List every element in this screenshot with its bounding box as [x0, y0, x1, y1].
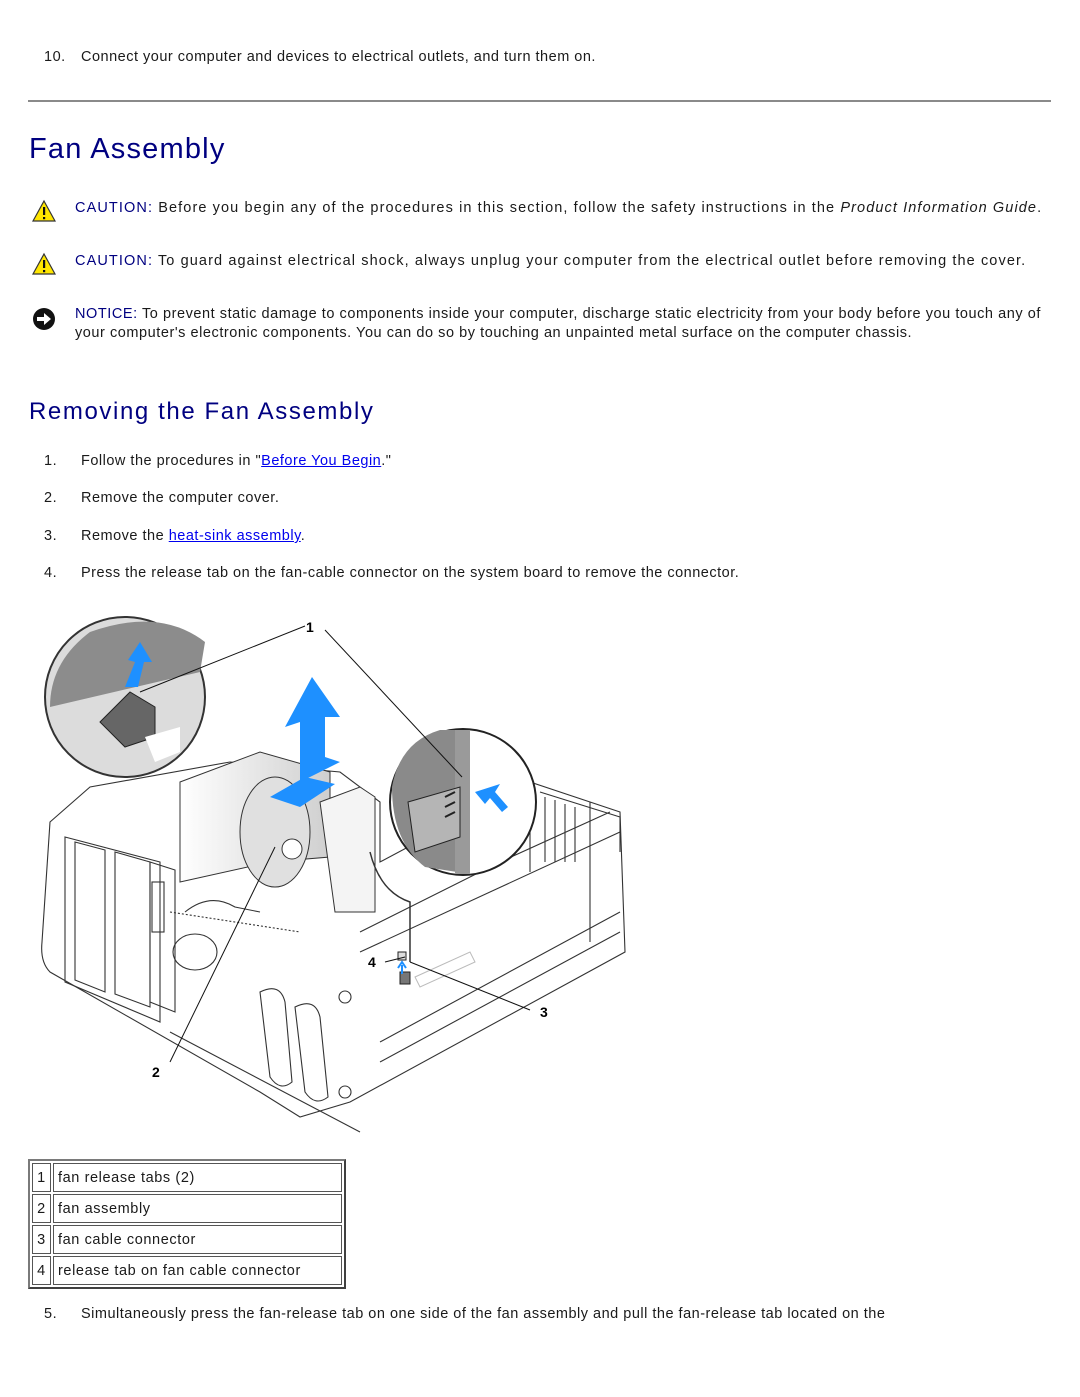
step-text: Simultaneously press the fan-release tab…: [81, 1306, 886, 1322]
step-text: Connect your computer and devices to ele…: [81, 49, 596, 65]
legend-number: 2: [32, 1194, 51, 1223]
fan-assembly-illustration: 1 2 3 4: [41, 616, 626, 1133]
zoom-detail-fan-tab: [389, 728, 537, 876]
caution-text: Before you begin any of the procedures i…: [153, 200, 841, 216]
step-2: 2. Remove the computer cover.: [44, 490, 279, 506]
notice-note: NOTICE: To prevent static damage to comp…: [32, 305, 1047, 365]
step-5: 5. Simultaneously press the fan-release t…: [44, 1306, 885, 1322]
warning-triangle-icon: [32, 252, 56, 275]
caution-note: CAUTION: To guard against electrical sho…: [32, 252, 1047, 292]
step-text: Remove the computer cover.: [81, 490, 280, 506]
legend-number: 1: [32, 1163, 51, 1192]
legend-label: fan cable connector: [53, 1225, 342, 1254]
table-row: 1 fan release tabs (2): [32, 1163, 342, 1192]
caution-label: CAUTION:: [75, 253, 154, 269]
step-number: 2.: [44, 490, 58, 506]
step-3: 3. Remove the heat-sink assembly.: [44, 528, 305, 544]
callout-legend-table: 1 fan release tabs (2) 2 fan assembly 3 fan…: [28, 1159, 346, 1289]
callout-2: 2: [152, 1064, 160, 1080]
step-text: .: [300, 528, 306, 544]
caution-note: CAUTION: Before you begin any of the pro…: [32, 199, 1047, 239]
step-text: Press the release tab on the fan-cable c…: [81, 565, 740, 581]
caution-text: To guard against electrical shock, alway…: [153, 253, 1027, 269]
zoom-detail-release-tab: [44, 616, 206, 778]
horizontal-rule: [28, 100, 1051, 102]
step-number: 1.: [44, 453, 58, 469]
step-text: Remove the: [81, 528, 169, 544]
notice-arrow-icon: [33, 308, 55, 330]
step-text: .": [381, 453, 392, 469]
legend-label: release tab on fan cable connector: [53, 1256, 342, 1285]
caution-suffix: .: [1037, 200, 1043, 216]
warning-triangle-icon: [32, 199, 56, 222]
step-4: 4. Press the release tab on the fan-cable…: [44, 565, 739, 581]
table-row: 3 fan cable connector: [32, 1225, 342, 1254]
table-row: 4 release tab on fan cable connector: [32, 1256, 342, 1285]
step-text: Follow the procedures in ": [81, 453, 262, 469]
step-number: 5.: [44, 1306, 58, 1322]
step-number: 4.: [44, 565, 58, 581]
legend-label: fan release tabs (2): [53, 1163, 342, 1192]
caution-label: CAUTION:: [75, 200, 154, 216]
legend-number: 4: [32, 1256, 51, 1285]
callout-4: 4: [368, 954, 376, 970]
notice-label: NOTICE:: [75, 306, 138, 322]
step-1: 1. Follow the procedures in "Before You B…: [44, 453, 391, 469]
before-you-begin-link[interactable]: Before You Begin: [261, 453, 381, 469]
legend-label: fan assembly: [53, 1194, 342, 1223]
heat-sink-assembly-link[interactable]: heat-sink assembly: [169, 528, 301, 544]
callout-3: 3: [540, 1004, 548, 1020]
legend-number: 3: [32, 1225, 51, 1254]
table-row: 2 fan assembly: [32, 1194, 342, 1223]
section-title: Fan Assembly: [29, 133, 226, 165]
notice-text: To prevent static damage to components i…: [75, 306, 1041, 341]
previous-step: 10. Connect your computer and devices to …: [44, 49, 596, 65]
step-number: 3.: [44, 528, 58, 544]
subsection-title: Removing the Fan Assembly: [29, 398, 375, 425]
step-number: 10.: [44, 49, 66, 65]
guide-title: Product Information Guide: [840, 200, 1038, 216]
callout-1: 1: [306, 619, 314, 635]
